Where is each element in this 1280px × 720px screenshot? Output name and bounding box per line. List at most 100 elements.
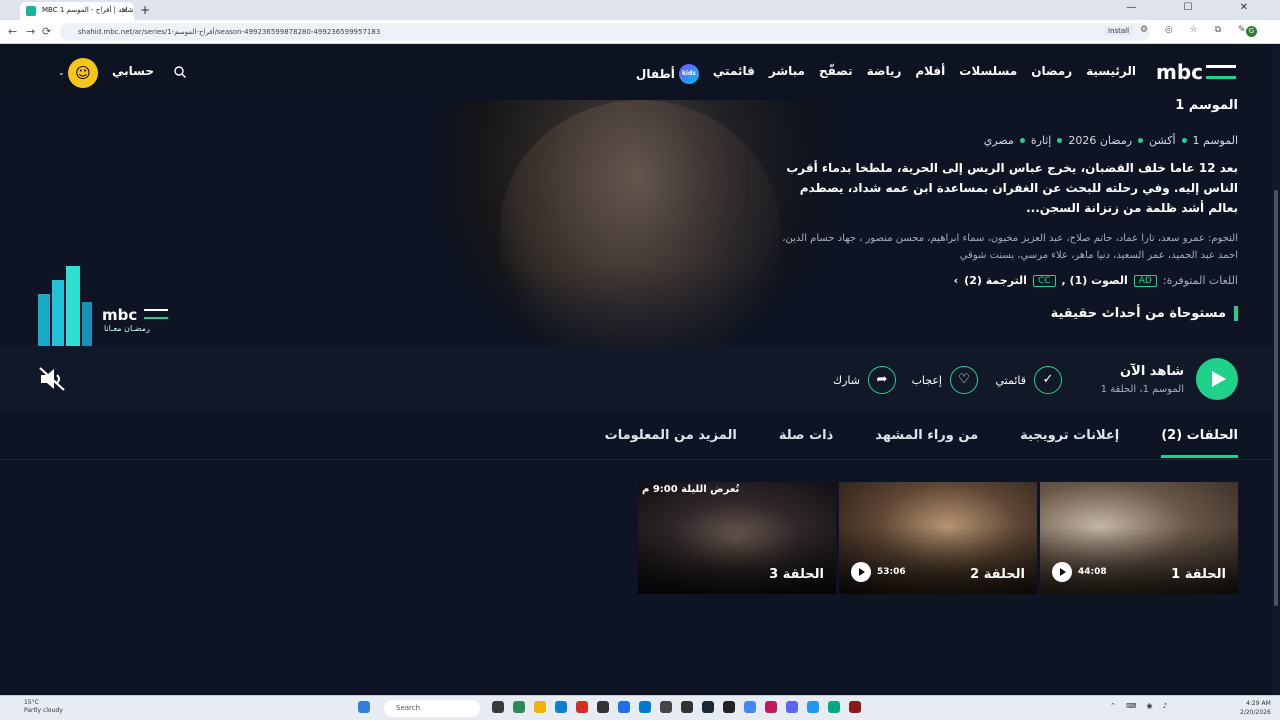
cast-list: النجوم: عمرو سعد، تارا عماد، حاتم صلاح، …: [782, 233, 1238, 261]
app-icon[interactable]: [765, 701, 777, 713]
search-icon[interactable]: [174, 66, 186, 78]
task-view-icon[interactable]: [492, 701, 504, 713]
mute-icon[interactable]: [38, 366, 66, 392]
shahid-page: mbc الرئيسية رمضان مسلسلات أفلام رياضة ت…: [0, 44, 1280, 695]
svg-text:mbc: mbc: [102, 306, 137, 322]
svg-text:mbc: mbc: [1156, 61, 1203, 83]
taskbar-search[interactable]: Search: [384, 700, 480, 717]
store-icon[interactable]: [639, 701, 651, 713]
ramadan-badge: mbc رمضـان معـانا: [34, 266, 174, 348]
install-app-button[interactable]: Install: [1104, 26, 1134, 36]
weather-condition: Partly cloudy: [24, 707, 63, 714]
reload-icon[interactable]: ⟳: [42, 25, 51, 38]
tab-related[interactable]: ذات صلة: [779, 428, 833, 458]
mbc-ramadan-logo-icon: mbc: [102, 306, 168, 322]
profile-avatar[interactable]: G: [1246, 26, 1257, 37]
tab-more-info[interactable]: المزيد من المعلومات: [605, 428, 737, 458]
play-circle-icon[interactable]: [851, 562, 871, 582]
system-tray[interactable]: ⌃ ⌨ ◉ ♪: [1110, 702, 1171, 710]
kids-badge-icon: kids: [678, 64, 699, 84]
episode-card[interactable]: تُعرض الليلة 9:00 م الحلقة 3: [638, 482, 836, 594]
show-meta: الموسم 1 أكشن رمضان 2026 إثارة مصري: [984, 134, 1238, 147]
episode-title: الحلقة 2: [970, 567, 1025, 582]
avatar[interactable]: ☺: [68, 58, 98, 88]
menu-item-kids[interactable]: kids أطفال: [636, 64, 699, 84]
browser-tab[interactable]: MBC شاهد | أفراح - الموسم 1 ✕: [20, 2, 134, 20]
tab-close-icon[interactable]: ✕: [121, 6, 128, 15]
app-icon[interactable]: [849, 701, 861, 713]
share-label: شارك: [833, 373, 860, 387]
scrollbar-thumb[interactable]: [1274, 190, 1278, 606]
window-controls[interactable]: — ☐ ✕: [1126, 2, 1270, 13]
app-icon[interactable]: [828, 701, 840, 713]
action-bar: شاهد الآن الموسم 1، الحلقة 1 ✓ قائمتي ♡ …: [0, 346, 1280, 412]
menu-item-home[interactable]: الرئيسية: [1086, 64, 1136, 84]
chevron-down-icon[interactable]: ⌄: [58, 68, 65, 77]
menu-item-sports[interactable]: رياضة: [867, 64, 902, 84]
episode-card[interactable]: الحلقة 1 44:08: [1040, 482, 1238, 594]
discord-icon[interactable]: [786, 701, 798, 713]
app-icon[interactable]: [597, 701, 609, 713]
watch-now-episode: الموسم 1، الحلقة 1: [1100, 384, 1184, 395]
taskbar-clock[interactable]: 4:29 AM 2/20/2026: [1240, 699, 1271, 717]
page-scrollbar[interactable]: [1272, 44, 1280, 695]
audio-label: الصوت (1) ,: [1061, 274, 1128, 287]
meta-dot: [1057, 138, 1063, 143]
forward-icon[interactable]: →: [26, 25, 35, 38]
app-icon[interactable]: [723, 701, 735, 713]
episode-card[interactable]: الحلقة 2 53:06: [839, 482, 1037, 594]
app-icon[interactable]: [660, 701, 672, 713]
taskbar-apps: [358, 701, 370, 713]
weather-widget[interactable]: 15°C Partly cloudy: [24, 699, 63, 715]
show-description: بعد 12 عاما خلف القضبان، يخرج عباس الريس…: [786, 161, 1238, 215]
subtitles-label: الترجمة (2): [964, 274, 1027, 287]
address-bar[interactable]: shahid.mbc.net/ar/series/أفراح-الموسم-1/…: [60, 23, 1150, 41]
extension-icons[interactable]: ⚙ ◎ ☆ ⧉ ✎: [1140, 25, 1252, 35]
mbc-logo-icon[interactable]: mbc: [1156, 61, 1238, 83]
share-button[interactable]: ➦ شارك: [833, 366, 896, 394]
menu-item-live[interactable]: مباشر: [769, 64, 805, 84]
episodes-row: الحلقة 1 44:08 الحلقة 2 53:06 تُعرض اللي…: [638, 482, 1238, 594]
content-tabs: الحلقات (2) إعلانات ترويجية من وراء المش…: [0, 412, 1280, 460]
tab-episodes[interactable]: الحلقات (2): [1161, 428, 1238, 458]
menu-item-movies[interactable]: أفلام: [915, 64, 945, 84]
like-button[interactable]: ♡ إعجاب: [912, 366, 978, 394]
episode-duration: 53:06: [851, 562, 906, 582]
mylist-button[interactable]: ✓ قائمتي: [995, 366, 1062, 394]
new-tab-button[interactable]: +: [140, 3, 150, 17]
browser-toolbar: ← → ⟳ shahid.mbc.net/ar/series/أفراح-الم…: [0, 20, 1280, 44]
account-menu[interactable]: حسابي: [112, 64, 154, 78]
season-title: الموسم 1: [1175, 98, 1238, 113]
meta-dot: [1181, 138, 1187, 143]
duration-text: 44:08: [1078, 567, 1107, 577]
app-icon[interactable]: [681, 701, 693, 713]
chrome-icon[interactable]: [744, 701, 756, 713]
back-icon[interactable]: ←: [8, 25, 17, 38]
languages-more-icon[interactable]: ›: [954, 274, 959, 287]
steam-icon[interactable]: [702, 701, 714, 713]
meta-genre: أكشن: [1149, 134, 1176, 147]
menu-item-series[interactable]: مسلسلات: [959, 64, 1017, 84]
menu-item-mylist[interactable]: قائمتي: [713, 64, 755, 84]
menu-item-ramadan[interactable]: رمضان: [1031, 64, 1072, 84]
start-icon[interactable]: [358, 701, 370, 713]
opera-icon[interactable]: [576, 701, 588, 713]
edge-icon[interactable]: [555, 701, 567, 713]
tab-trailers[interactable]: إعلانات ترويجية: [1020, 428, 1119, 458]
meta-genre-2: إثارة: [1030, 134, 1052, 147]
ramadan-towers-icon: [38, 266, 92, 348]
tab-title: MBC شاهد | أفراح - الموسم 1: [42, 6, 134, 14]
watch-now-label[interactable]: شاهد الآن: [1120, 364, 1184, 379]
play-circle-icon[interactable]: [1052, 562, 1072, 582]
meta-year: رمضان 2026: [1068, 134, 1133, 147]
file-explorer-icon[interactable]: [534, 701, 546, 713]
app-icon[interactable]: [807, 701, 819, 713]
tagline: مستوحاة من أحداث حقيقية: [1051, 306, 1238, 321]
tab-behind-scenes[interactable]: من وراء المشهد: [875, 428, 978, 458]
meta-dot: [1138, 138, 1144, 143]
menu-item-browse[interactable]: تصفّح: [819, 64, 853, 84]
app-icon[interactable]: [513, 701, 525, 713]
play-button[interactable]: [1196, 358, 1238, 400]
clock-time: 4:29 AM: [1246, 700, 1271, 707]
app-icon[interactable]: [618, 701, 630, 713]
